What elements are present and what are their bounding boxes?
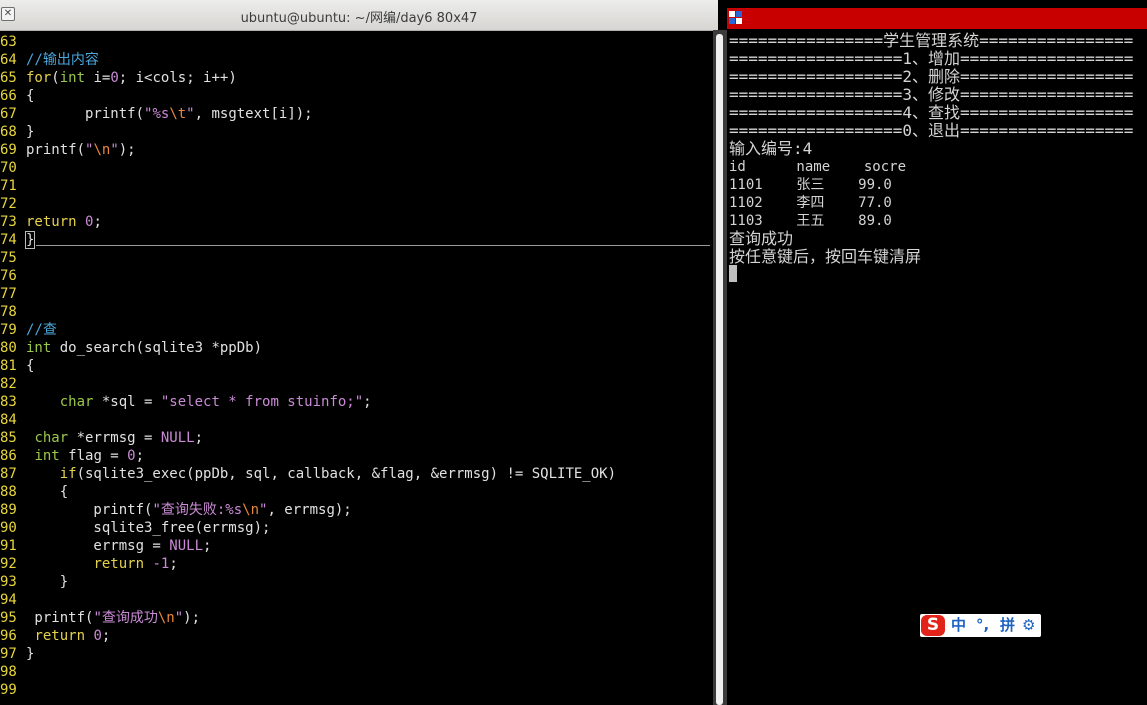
line-number: 96 [0,628,17,644]
line-number: 90 [0,520,17,536]
sogou-logo-icon[interactable]: S [921,615,945,636]
line-number: 64 [0,52,17,68]
code-text: int do_search(sqlite3 *ppDb) [26,340,263,356]
code-text: //输出内容 [26,52,99,68]
code-text: { [26,88,35,104]
code-text: } [26,574,69,590]
code-text: return 0; [26,214,102,230]
code-text: sqlite3_free(errmsg); [26,520,271,536]
line-number: 99 [0,682,17,698]
line-number: 75 [0,250,17,266]
line-number: 72 [0,196,17,212]
code-text: } [26,124,35,140]
code-text: for(int i=0; i<cols; i++) [26,70,237,86]
code-text: return -1; [93,556,178,572]
console-titlebar[interactable] [727,8,1147,29]
table-row: 1102 李四 77.0 [729,195,892,211]
cursor-line [36,245,710,246]
code-text: printf("%s\t", msgtext[i]); [26,106,313,122]
line-number: 81 [0,358,17,374]
table-row: 1103 王五 89.0 [729,213,892,229]
window-title: ubuntu@ubuntu: ~/网编/day6 80x47 [240,11,478,26]
line-number: 86 [0,448,17,464]
console-app-icon [729,11,743,25]
scrollbar[interactable] [716,34,723,705]
ime-pinyin-mode[interactable]: 拼 [1000,616,1015,635]
line-number: 76 [0,268,17,284]
code-text: if(sqlite3_exec(ppDb, sql, callback, &fl… [59,466,617,482]
line-number: 87 [0,466,17,482]
menu-item-search: ==================4、查找================== [729,103,1134,122]
terminal-window: ✕ ubuntu@ubuntu: ~/网编/day6 80x47 63 64 //输… [0,0,718,705]
line-number: 80 [0,340,17,356]
success-message: 查询成功 [729,229,794,248]
line-number: 78 [0,304,17,320]
input-prompt: 输入编号:4 [729,139,813,158]
code-text: return 0; [34,628,111,644]
table-header: id name socre [729,159,907,175]
menu-item-exit: ==================0、退出================== [729,121,1134,140]
ime-toolbar[interactable]: S 中 °, 拼 ⚙ [920,614,1041,637]
line-number: 95 [0,610,17,626]
menu-item-modify: ==================3、修改================== [729,85,1134,104]
console-window: ================学生管理系统================ =… [727,0,1147,705]
terminal-titlebar[interactable]: ✕ ubuntu@ubuntu: ~/网编/day6 80x47 [0,0,718,31]
line-number: 94 [0,592,17,608]
console-output[interactable]: ================学生管理系统================ =… [729,31,1147,705]
code-text: //查 [26,322,57,338]
line-number: 69 [0,142,17,158]
menu-item-add: ==================1、增加================== [729,49,1134,68]
line-number: 63 [0,34,17,50]
line-number: 79 [0,322,17,338]
line-number: 77 [0,286,17,302]
clear-screen-hint: 按任意键后，按回车键清屏 [729,247,922,266]
code-text: { [26,358,35,374]
line-number: 68 [0,124,17,140]
line-number: 73 [0,214,17,230]
line-number: 66 [0,88,17,104]
line-number: 92 [0,556,17,572]
line-number: 97 [0,646,17,662]
code-text: char *sql = "select * from stuinfo;"; [59,394,372,410]
table-row: 1101 张三 99.0 [729,177,892,193]
ime-punctuation-toggle[interactable]: °, [976,616,989,635]
code-text: char *errmsg = NULL; [34,430,204,446]
code-text: } [26,646,35,662]
menu-title-line: ================学生管理系统================ [729,31,1134,50]
code-editor[interactable]: 63 64 //输出内容 65 for(int i=0; i<cols; i++) 66 {… [0,33,713,705]
code-text: errmsg = NULL; [26,538,212,554]
code-text: printf("\n"); [26,142,136,158]
line-number: 88 [0,484,17,500]
line-number: 82 [0,376,17,392]
line-number: 93 [0,574,17,590]
code-text: } [24,231,36,249]
line-number: 65 [0,70,17,86]
line-number: 85 [0,430,17,446]
code-text: int flag = 0; [34,448,145,464]
line-number: 84 [0,412,17,428]
code-text: printf("查询失败:%s\n", errmsg); [26,502,352,518]
text-cursor [729,265,737,282]
code-text: printf("查询成功\n"); [26,610,201,626]
gear-icon[interactable]: ⚙ [1022,616,1035,635]
line-number: 83 [0,394,17,410]
menu-item-delete: ==================2、删除================== [729,67,1134,86]
line-number: 89 [0,502,17,518]
code-text: { [26,484,69,500]
line-number: 70 [0,160,17,176]
line-number: 98 [0,664,17,680]
line-number: 67 [0,106,17,122]
ime-language-toggle[interactable]: 中 [951,616,966,635]
line-number: 74 [0,232,17,248]
line-number: 71 [0,178,17,194]
line-number: 91 [0,538,17,554]
